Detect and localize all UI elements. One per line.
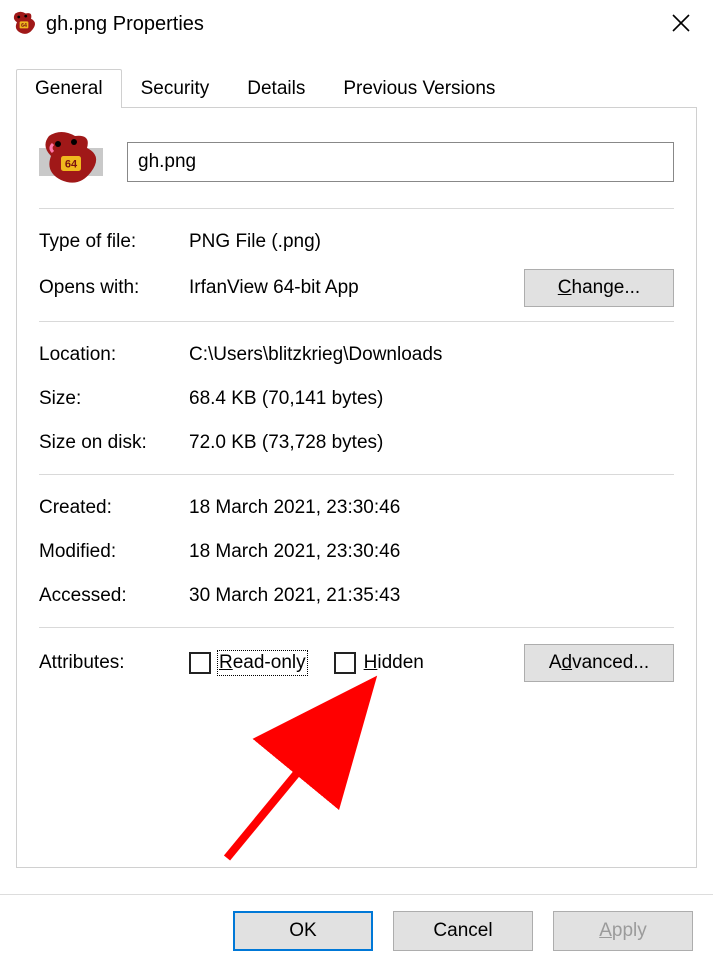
read-only-checkbox[interactable]: Read-only <box>189 652 306 674</box>
ok-button[interactable]: OK <box>233 911 373 951</box>
type-of-file-value: PNG File (.png) <box>189 231 674 253</box>
checkbox-box-icon <box>189 652 211 674</box>
accessed-label: Accessed: <box>39 585 189 607</box>
divider <box>39 208 674 209</box>
dialog-button-row: OK Cancel Apply <box>0 911 713 951</box>
properties-window: 64 gh.png Properties General Security De… <box>0 0 713 965</box>
title-bar-left: 64 gh.png Properties <box>10 10 204 38</box>
checkbox-box-icon <box>334 652 356 674</box>
tab-general[interactable]: General <box>16 69 122 108</box>
advanced-button[interactable]: Advanced... <box>524 644 674 682</box>
size-label: Size: <box>39 388 189 410</box>
svg-text:64: 64 <box>21 23 27 29</box>
size-on-disk-label: Size on disk: <box>39 432 189 454</box>
window-close-button[interactable] <box>661 5 701 43</box>
divider <box>39 627 674 628</box>
divider <box>39 321 674 322</box>
accessed-value: 30 March 2021, 21:35:43 <box>189 585 674 607</box>
modified-label: Modified: <box>39 541 189 563</box>
window-title: gh.png Properties <box>46 13 204 36</box>
tab-previous-versions[interactable]: Previous Versions <box>324 69 514 108</box>
general-panel: 64 Type of file: PNG File (.png) Opens w… <box>16 108 697 868</box>
file-type-icon: 64 <box>39 130 103 194</box>
size-value: 68.4 KB (70,141 bytes) <box>189 388 674 410</box>
change-button[interactable]: Change... <box>524 269 674 307</box>
annotation-arrow-icon <box>197 668 417 868</box>
app-icon: 64 <box>10 10 38 38</box>
opens-with-label: Opens with: <box>39 277 189 299</box>
created-label: Created: <box>39 497 189 519</box>
tab-strip: General Security Details Previous Versio… <box>16 66 697 108</box>
close-icon <box>671 13 691 33</box>
svg-text:64: 64 <box>65 159 78 171</box>
attributes-label: Attributes: <box>39 652 189 674</box>
size-on-disk-value: 72.0 KB (73,728 bytes) <box>189 432 674 454</box>
title-bar: 64 gh.png Properties <box>0 0 713 48</box>
tab-details[interactable]: Details <box>228 69 324 108</box>
read-only-checkbox-label: Read-only <box>219 652 306 674</box>
tab-security[interactable]: Security <box>122 69 229 108</box>
cancel-button[interactable]: Cancel <box>393 911 533 951</box>
apply-button[interactable]: Apply <box>553 911 693 951</box>
hidden-checkbox-label: Hidden <box>364 652 424 674</box>
created-value: 18 March 2021, 23:30:46 <box>189 497 674 519</box>
modified-value: 18 March 2021, 23:30:46 <box>189 541 674 563</box>
location-value: C:\Users\blitzkrieg\Downloads <box>189 344 674 366</box>
divider <box>39 474 674 475</box>
footer-divider <box>0 894 713 895</box>
type-of-file-label: Type of file: <box>39 231 189 253</box>
opens-with-value: IrfanView 64-bit App <box>189 277 524 299</box>
hidden-checkbox[interactable]: Hidden <box>334 652 424 674</box>
filename-input[interactable] <box>127 142 674 182</box>
location-label: Location: <box>39 344 189 366</box>
